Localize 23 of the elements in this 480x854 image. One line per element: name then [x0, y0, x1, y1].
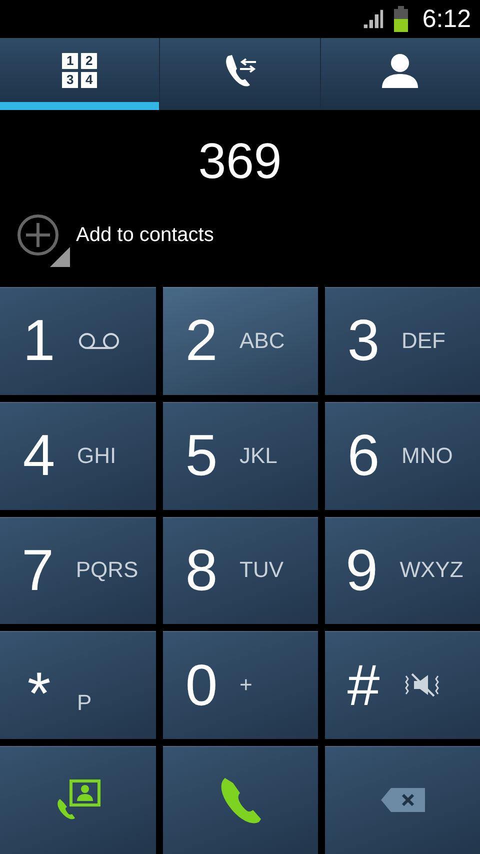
add-circle-icon: [16, 213, 72, 269]
dial-key[interactable]: #: [325, 631, 480, 740]
dial-key[interactable]: 6 MNO: [325, 402, 480, 510]
call-button[interactable]: [163, 746, 318, 854]
dial-key[interactable]: 2 ABC: [163, 287, 318, 395]
add-to-contacts-link[interactable]: Add to contacts: [76, 224, 214, 246]
dial-key[interactable]: 5 JKL: [163, 402, 318, 510]
dial-key[interactable]: 7 PQRS: [0, 516, 156, 624]
backspace-icon: [378, 786, 426, 814]
clock-time: 6:12: [422, 4, 471, 34]
video-call-button[interactable]: [0, 746, 156, 854]
dial-key[interactable]: 8 TUV: [163, 516, 318, 624]
dial-key[interactable]: 0 +: [163, 631, 318, 740]
dial-key[interactable]: 1: [0, 287, 156, 395]
dialed-number: 369: [197, 132, 283, 190]
voicemail-icon: [77, 330, 121, 351]
dial-key[interactable]: 3 DEF: [325, 287, 480, 395]
backspace-button[interactable]: [325, 746, 480, 854]
dial-key[interactable]: 9 WXYZ: [325, 516, 480, 624]
dial-key[interactable]: 4 GHI: [0, 402, 156, 510]
signal-icon: [362, 8, 384, 30]
battery-icon: [394, 6, 408, 32]
dial-key[interactable]: * P: [0, 631, 156, 740]
